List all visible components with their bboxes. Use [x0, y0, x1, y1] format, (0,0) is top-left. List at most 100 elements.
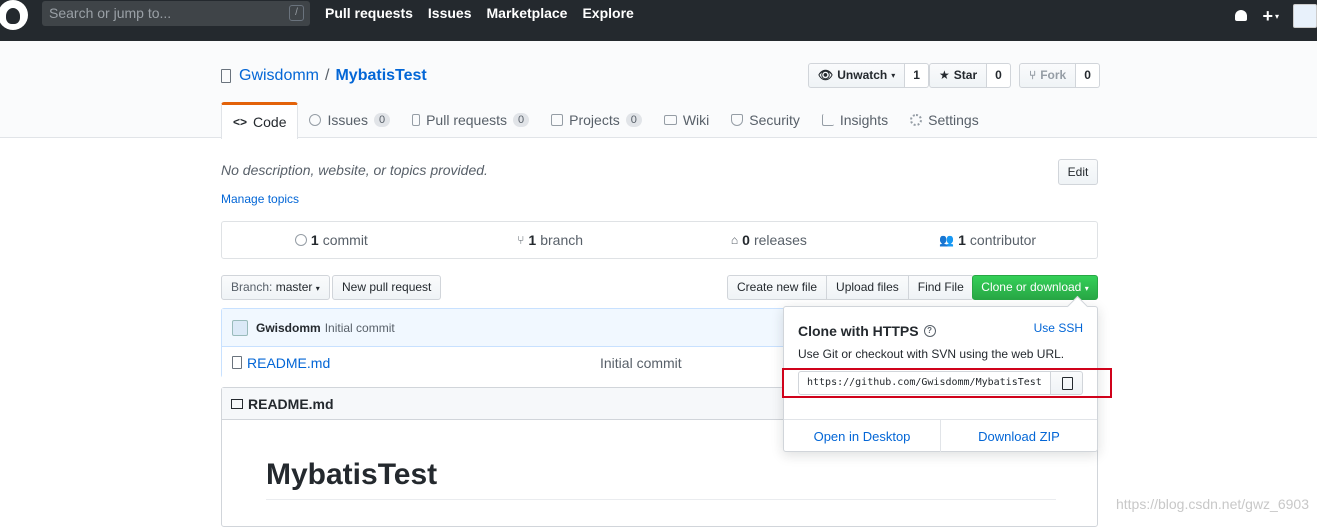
tab-projects[interactable]: Projects 0 — [540, 102, 653, 138]
git-branch-icon: ⑂ — [517, 233, 524, 247]
tab-label: Wiki — [683, 112, 709, 128]
releases-count: 0 — [742, 232, 750, 248]
search-placeholder: Search or jump to... — [49, 5, 171, 21]
repo-owner-link[interactable]: Gwisdomm — [239, 67, 319, 85]
find-file-button[interactable]: Find File — [908, 275, 974, 300]
tab-settings[interactable]: Settings — [899, 102, 990, 138]
commits-link[interactable]: 1 commit — [222, 222, 441, 258]
readme-title: MybatisTest — [266, 458, 437, 492]
download-zip-button[interactable]: Download ZIP — [941, 420, 1097, 452]
graph-icon — [822, 114, 834, 126]
github-logo-icon[interactable] — [0, 0, 28, 30]
avatar[interactable] — [232, 320, 248, 336]
branch-name: master — [276, 280, 313, 294]
tab-label: Insights — [840, 112, 888, 128]
watermark-text: https://blog.csdn.net/gwz_6903 — [1116, 496, 1309, 512]
star-group: ★ Star 0 — [929, 63, 1011, 88]
releases-link[interactable]: ⌂ 0 releases — [660, 222, 879, 258]
repo-name-link[interactable]: MybatisTest — [335, 67, 426, 85]
contributors-count: 1 — [958, 232, 966, 248]
chevron-down-icon: ▾ — [891, 64, 895, 87]
star-label: Star — [954, 64, 977, 87]
tab-wiki[interactable]: Wiki — [653, 102, 720, 138]
branches-link[interactable]: ⑂ 1 branch — [441, 222, 660, 258]
commits-count: 1 — [311, 232, 319, 248]
clone-title-text: Clone with HTTPS — [798, 323, 919, 339]
releases-label: releases — [754, 232, 807, 248]
tab-label: Security — [749, 112, 800, 128]
user-avatar[interactable] — [1293, 4, 1317, 28]
readme-filename: README.md — [248, 396, 334, 412]
fork-icon: ⑂ — [1029, 64, 1036, 87]
top-navigation-bar: Search or jump to... / Pull requests Iss… — [0, 0, 1317, 41]
file-icon — [232, 356, 242, 369]
divider — [266, 499, 1056, 500]
clone-popover-footer: Open in Desktop Download ZIP — [784, 419, 1097, 452]
tab-code[interactable]: <> Code — [221, 102, 298, 139]
tab-counter: 0 — [513, 113, 529, 127]
create-new-file-button[interactable]: Create new file — [727, 275, 827, 300]
file-commit-message[interactable]: Initial commit — [600, 355, 682, 371]
clone-description: Use Git or checkout with SVN using the w… — [798, 347, 1064, 361]
project-icon — [551, 114, 563, 126]
file-name-link[interactable]: README.md — [247, 355, 330, 371]
issue-opened-icon — [309, 114, 321, 126]
eye-icon: 👁 — [818, 64, 833, 87]
search-shortcut-key: / — [289, 5, 304, 21]
tab-label: Code — [253, 114, 286, 130]
watch-count[interactable]: 1 — [905, 63, 929, 88]
search-input[interactable]: Search or jump to... / — [42, 1, 310, 26]
new-pull-request-button[interactable]: New pull request — [332, 275, 441, 300]
contributors-label: contributor — [970, 232, 1036, 248]
chevron-down-icon: ▾ — [316, 284, 320, 293]
clone-label: Clone or download — [981, 280, 1081, 294]
repo-title: Gwisdomm / MybatisTest — [221, 67, 427, 85]
nav-pull-requests[interactable]: Pull requests — [325, 5, 413, 21]
question-icon[interactable]: ? — [924, 325, 936, 337]
chevron-down-icon: ▾ — [1085, 284, 1089, 293]
upload-files-button[interactable]: Upload files — [826, 275, 909, 300]
star-button[interactable]: ★ Star — [929, 63, 987, 88]
open-in-desktop-button[interactable]: Open in Desktop — [784, 420, 941, 452]
clone-or-download-button[interactable]: Clone or download ▾ — [972, 275, 1098, 300]
tab-label: Issues — [327, 112, 367, 128]
tab-security[interactable]: Security — [720, 102, 811, 138]
tab-counter: 0 — [374, 113, 390, 127]
tag-icon: ⌂ — [731, 233, 738, 247]
chevron-down-icon: ▾ — [1275, 12, 1279, 21]
clone-popover-title: Clone with HTTPS ? — [798, 323, 936, 339]
commit-author[interactable]: Gwisdomm — [256, 321, 321, 335]
fork-label: Fork — [1040, 64, 1066, 87]
top-right-controls: + ▾ — [1234, 4, 1317, 28]
commits-label: commit — [323, 232, 368, 248]
contributors-link[interactable]: 👥 1 contributor — [878, 222, 1097, 258]
notifications-bell-icon[interactable] — [1234, 9, 1248, 23]
tab-issues[interactable]: Issues 0 — [298, 102, 401, 138]
branch-select-button[interactable]: Branch: master ▾ — [221, 275, 330, 300]
manage-topics-link[interactable]: Manage topics — [221, 192, 299, 206]
fork-count[interactable]: 0 — [1076, 63, 1100, 88]
shield-icon — [731, 114, 743, 126]
tab-counter: 0 — [626, 113, 642, 127]
use-ssh-link[interactable]: Use SSH — [1034, 321, 1083, 335]
star-count[interactable]: 0 — [987, 63, 1011, 88]
commit-message[interactable]: Initial commit — [325, 321, 395, 335]
book-icon — [664, 115, 677, 125]
fork-group: ⑂ Fork 0 — [1019, 63, 1100, 88]
nav-issues[interactable]: Issues — [428, 5, 472, 21]
tab-pull-requests[interactable]: Pull requests 0 — [401, 102, 540, 138]
tab-insights[interactable]: Insights — [811, 102, 899, 138]
gear-icon — [910, 114, 922, 126]
nav-explore[interactable]: Explore — [582, 5, 633, 21]
nav-marketplace[interactable]: Marketplace — [487, 5, 568, 21]
star-icon: ★ — [939, 64, 950, 87]
unwatch-button[interactable]: 👁 Unwatch ▾ — [808, 63, 905, 88]
create-new-menu[interactable]: + ▾ — [1262, 7, 1279, 25]
tab-label: Pull requests — [426, 112, 507, 128]
watch-group: 👁 Unwatch ▾ 1 — [808, 63, 929, 88]
people-icon: 👥 — [939, 233, 954, 247]
tab-label: Projects — [569, 112, 620, 128]
repo-icon — [221, 69, 231, 83]
edit-description-button[interactable]: Edit — [1058, 159, 1098, 185]
fork-button[interactable]: ⑂ Fork — [1019, 63, 1076, 88]
